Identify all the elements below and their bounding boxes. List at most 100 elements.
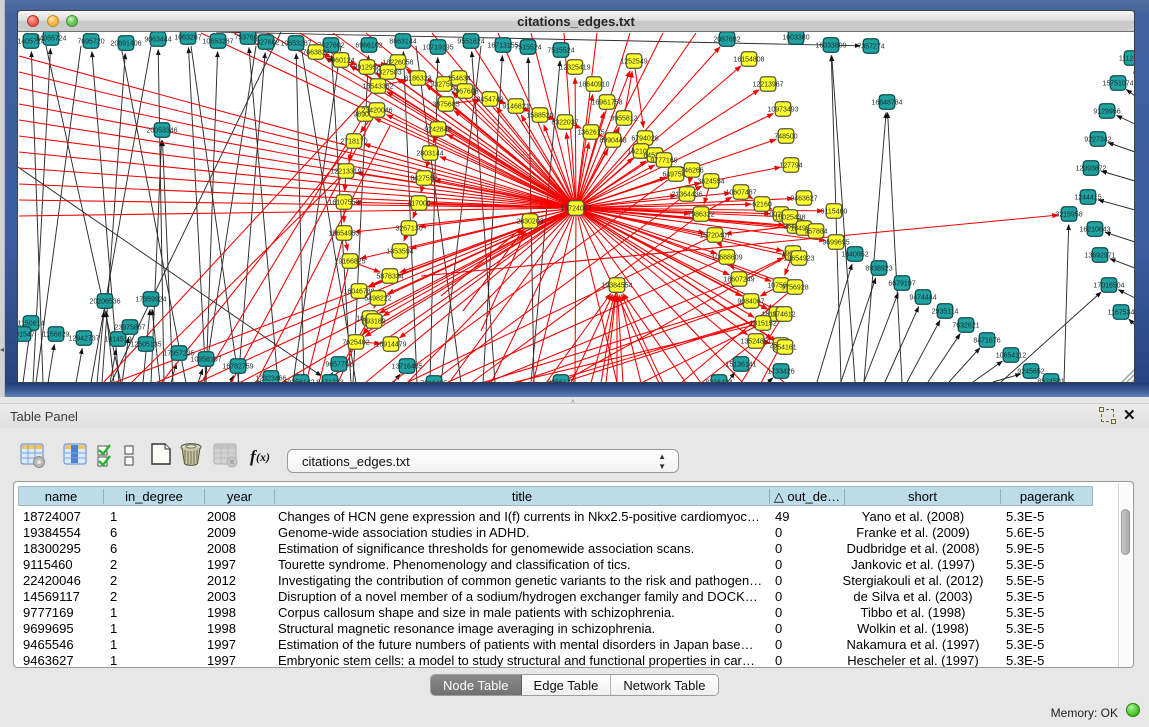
svg-text:12213967: 12213967 — [752, 82, 783, 89]
svg-text:12505135: 12505135 — [130, 342, 161, 349]
svg-text:10688609: 10688609 — [711, 255, 742, 262]
svg-text:20206536: 20206536 — [89, 299, 120, 306]
svg-text:1733426: 1733426 — [767, 369, 794, 376]
svg-text:1353594: 1353594 — [386, 249, 413, 256]
svg-text:874612: 874612 — [772, 312, 795, 319]
svg-text:8454749: 8454749 — [476, 97, 503, 104]
svg-text:7515524: 7515524 — [547, 48, 574, 55]
svg-text:9227342: 9227342 — [1084, 137, 1111, 144]
svg-text:7357274: 7357274 — [857, 44, 884, 51]
svg-text:9356142: 9356142 — [287, 380, 314, 384]
svg-text:19384554: 19384554 — [601, 283, 632, 290]
svg-text:1815152: 1815152 — [749, 321, 776, 328]
svg-text:254161: 254161 — [773, 345, 796, 352]
svg-text:746266: 746266 — [680, 168, 703, 175]
svg-text:8471223: 8471223 — [316, 380, 343, 384]
svg-text:2803144: 2803144 — [416, 151, 443, 158]
svg-text:9146821: 9146821 — [502, 104, 529, 111]
svg-text:16210643: 16210643 — [1079, 227, 1110, 234]
svg-text:3215958: 3215958 — [1055, 212, 1082, 219]
svg-text:1244415: 1244415 — [1074, 195, 1101, 202]
svg-text:9777169: 9777169 — [650, 158, 677, 165]
svg-text:10654112: 10654112 — [996, 353, 1027, 360]
svg-text:18724007: 18724007 — [560, 206, 591, 213]
svg-text:13692971: 13692971 — [1084, 253, 1115, 260]
svg-text:7663822: 7663822 — [302, 50, 329, 57]
svg-text:1640952: 1640952 — [841, 252, 868, 259]
svg-text:1327602: 1327602 — [252, 40, 279, 47]
svg-text:9245652: 9245652 — [1017, 369, 1044, 376]
svg-text:6679197: 6679197 — [888, 281, 915, 288]
svg-text:(x): (x) — [256, 450, 270, 464]
svg-text:21364436: 21364436 — [671, 192, 702, 199]
svg-text:7216485: 7216485 — [420, 381, 447, 384]
svg-text:10653287: 10653287 — [202, 39, 233, 46]
svg-text:1156829: 1156829 — [43, 332, 70, 339]
svg-text:20053346: 20053346 — [146, 128, 177, 135]
svg-text:14055724: 14055724 — [35, 36, 66, 43]
svg-text:9955812: 9955812 — [610, 116, 637, 123]
svg-text:9657791: 9657791 — [325, 362, 352, 369]
svg-text:893189: 893189 — [362, 319, 385, 326]
svg-text:7625402: 7625402 — [342, 340, 369, 347]
svg-text:8471676: 8471676 — [973, 338, 1000, 345]
svg-text:7632621: 7632621 — [952, 323, 979, 330]
svg-text:8427552: 8427552 — [410, 176, 437, 183]
svg-text:12093872: 12093872 — [1075, 166, 1106, 173]
svg-text:9463627: 9463627 — [790, 196, 817, 203]
svg-text:12942737: 12942737 — [68, 336, 99, 343]
svg-text:2087682: 2087682 — [713, 37, 740, 44]
svg-text:6794028: 6794028 — [631, 136, 658, 143]
svg-text:15751074: 15751074 — [1102, 81, 1133, 88]
svg-text:19654923: 19654923 — [783, 256, 814, 263]
svg-text:10607487: 10607487 — [725, 190, 756, 197]
svg-text:16107553: 16107553 — [328, 200, 359, 207]
svg-text:15720407: 15720407 — [699, 233, 730, 240]
svg-text:23420046: 23420046 — [361, 108, 392, 115]
svg-text:1167534: 1167534 — [1108, 310, 1135, 317]
svg-text:1314519: 1314519 — [104, 337, 131, 344]
svg-text:8960124: 8960124 — [327, 58, 354, 65]
svg-text:5498222: 5498222 — [364, 296, 391, 303]
svg-text:9084067: 9084067 — [737, 299, 764, 306]
svg-text:127794: 127794 — [779, 163, 802, 170]
svg-text:12213319: 12213319 — [330, 169, 361, 176]
svg-text:16782759: 16782759 — [222, 364, 253, 371]
svg-text:154634: 154634 — [447, 76, 470, 83]
svg-text:9242848: 9242848 — [424, 127, 451, 134]
svg-text:62160: 62160 — [752, 202, 772, 209]
svg-text:17016504: 17016504 — [1093, 283, 1124, 290]
svg-text:2830203: 2830203 — [516, 219, 543, 226]
svg-text:9129966: 9129966 — [1093, 109, 1120, 116]
svg-text:9356172: 9356172 — [547, 380, 574, 384]
svg-text:17359924: 17359924 — [135, 297, 166, 304]
svg-text:3875685: 3875685 — [432, 102, 459, 109]
svg-text:16914479: 16914479 — [375, 342, 406, 349]
svg-text:957884: 957884 — [804, 229, 827, 236]
svg-text:8524501: 8524501 — [1037, 379, 1064, 384]
svg-text:1063287: 1063287 — [174, 35, 201, 42]
svg-text:9756928: 9756928 — [781, 285, 808, 292]
svg-text:10653287: 10653287 — [280, 41, 311, 48]
svg-text:10973493: 10973493 — [767, 107, 798, 114]
svg-text:18640910: 18640910 — [578, 82, 609, 89]
svg-text:9327503: 9327503 — [374, 70, 401, 77]
svg-text:20691406: 20691406 — [110, 41, 141, 48]
svg-text:12323466: 12323466 — [255, 376, 286, 383]
svg-text:1252549: 1252549 — [620, 59, 647, 66]
svg-text:19166825: 19166825 — [334, 259, 365, 266]
svg-text:12325419: 12325419 — [559, 65, 590, 72]
svg-text:18607249: 18607249 — [723, 277, 754, 284]
svg-text:1112450: 1112450 — [1119, 56, 1135, 63]
svg-text:748500: 748500 — [774, 134, 797, 141]
svg-text:6966102: 6966102 — [355, 43, 382, 50]
svg-text:9699695: 9699695 — [822, 240, 849, 247]
svg-text:10719195: 10719195 — [422, 45, 453, 52]
svg-text:1603380: 1603380 — [782, 35, 809, 42]
svg-text:13716485: 13716485 — [391, 364, 422, 371]
svg-text:1362615: 1362615 — [577, 130, 604, 137]
svg-text:10958107: 10958107 — [190, 357, 221, 364]
svg-text:16154808: 16154808 — [733, 57, 764, 64]
svg-text:7515524: 7515524 — [514, 45, 541, 52]
svg-text:2718170: 2718170 — [340, 139, 367, 146]
